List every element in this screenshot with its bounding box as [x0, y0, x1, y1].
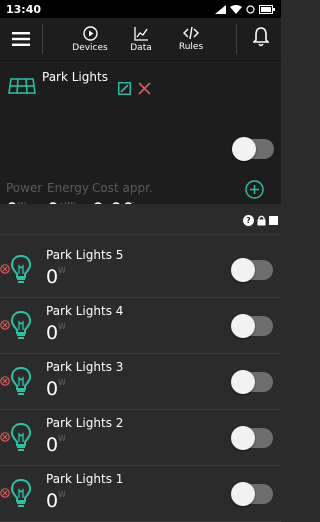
- device-power-unit: W: [58, 378, 66, 387]
- signal-icon: [215, 4, 226, 14]
- play-circle-icon: [82, 25, 98, 41]
- tools-group: ?: [243, 215, 278, 226]
- tab-devices-label: Devices: [72, 42, 108, 53]
- error-icon: [0, 264, 10, 274]
- select-checkbox[interactable]: [269, 216, 278, 225]
- device-name: Park Lights 3: [46, 360, 124, 374]
- bulb-icon: [10, 478, 32, 507]
- device-power-value: 0: [46, 266, 59, 288]
- tab-data[interactable]: Data: [127, 18, 155, 60]
- group-title: Park Lights: [42, 70, 108, 84]
- bulb-icon: [10, 366, 32, 395]
- bell-icon: [252, 27, 270, 47]
- device-power-toggle[interactable]: [231, 426, 273, 450]
- line-chart-icon: [133, 26, 148, 41]
- tab-devices[interactable]: Devices: [72, 18, 108, 60]
- device-power-toggle[interactable]: [231, 258, 273, 282]
- device-name: Park Lights 1: [46, 472, 124, 486]
- bulb-icon: [10, 310, 32, 339]
- delete-icon[interactable]: [138, 82, 151, 95]
- menu-button[interactable]: [0, 18, 42, 60]
- device-power-toggle[interactable]: [231, 482, 273, 506]
- status-time: 13:40: [6, 2, 42, 16]
- bulb-icon: [10, 422, 32, 451]
- wifi-icon: [230, 4, 242, 14]
- energy-label: Energy: [47, 181, 90, 195]
- device-row[interactable]: Park Lights 1 0 W: [0, 466, 281, 522]
- device-row[interactable]: Park Lights 3 0 W: [0, 354, 281, 410]
- help-icon[interactable]: ?: [243, 215, 254, 226]
- device-power-value: 0: [46, 434, 59, 456]
- device-power-unit: W: [58, 490, 66, 499]
- error-icon: [0, 376, 10, 386]
- alarm-icon: [246, 4, 255, 14]
- device-row[interactable]: Park Lights 5 0 W: [0, 242, 281, 298]
- power-label: Power: [6, 181, 43, 195]
- tools-bar: ?: [0, 204, 281, 235]
- group-power-toggle[interactable]: [232, 137, 274, 161]
- device-name: Park Lights 4: [46, 304, 124, 318]
- device-list: Park Lights 5 0 W Park Lights 4 0 W Park…: [0, 242, 281, 522]
- device-name: Park Lights 5: [46, 248, 124, 262]
- toggle-knob: [231, 314, 255, 338]
- error-icon: [0, 488, 10, 498]
- device-power-toggle[interactable]: [231, 314, 273, 338]
- device-row[interactable]: Park Lights 2 0 W: [0, 410, 281, 466]
- nav-divider: [42, 24, 43, 54]
- group-header: Park Lights Power Energy Cost appr. 0 W …: [0, 61, 281, 221]
- status-icons: [215, 4, 275, 14]
- device-power-unit: W: [58, 266, 66, 275]
- notifications-button[interactable]: [252, 27, 270, 51]
- device-power-value: 0: [46, 322, 59, 344]
- nav-divider-right: [236, 24, 237, 54]
- tab-rules-label: Rules: [178, 42, 204, 52]
- lock-icon[interactable]: [257, 215, 266, 226]
- toggle-knob: [231, 482, 255, 506]
- top-nav-bar: Devices Data Rules: [0, 18, 281, 61]
- cost-label: Cost appr.: [92, 181, 153, 195]
- toggle-knob: [231, 370, 255, 394]
- device-power-unit: W: [58, 322, 66, 331]
- tab-rules[interactable]: Rules: [177, 18, 205, 60]
- tab-data-label: Data: [130, 42, 152, 53]
- bulb-icon: [10, 254, 32, 283]
- add-device-button[interactable]: [245, 180, 264, 199]
- battery-icon: [259, 4, 275, 14]
- toggle-knob: [232, 137, 256, 161]
- toggle-knob: [231, 258, 255, 282]
- device-power-value: 0: [46, 490, 59, 512]
- light-group-icon: [8, 78, 36, 94]
- status-bar: 13:40: [0, 0, 281, 18]
- device-power-toggle[interactable]: [231, 370, 273, 394]
- edit-icon[interactable]: [118, 82, 131, 95]
- device-name: Park Lights 2: [46, 416, 124, 430]
- hamburger-icon: [12, 32, 30, 46]
- device-row[interactable]: Park Lights 4 0 W: [0, 298, 281, 354]
- device-power-value: 0: [46, 378, 59, 400]
- error-icon: [0, 432, 10, 442]
- error-icon: [0, 320, 10, 330]
- toggle-knob: [231, 426, 255, 450]
- code-icon: [183, 26, 199, 40]
- device-power-unit: W: [58, 434, 66, 443]
